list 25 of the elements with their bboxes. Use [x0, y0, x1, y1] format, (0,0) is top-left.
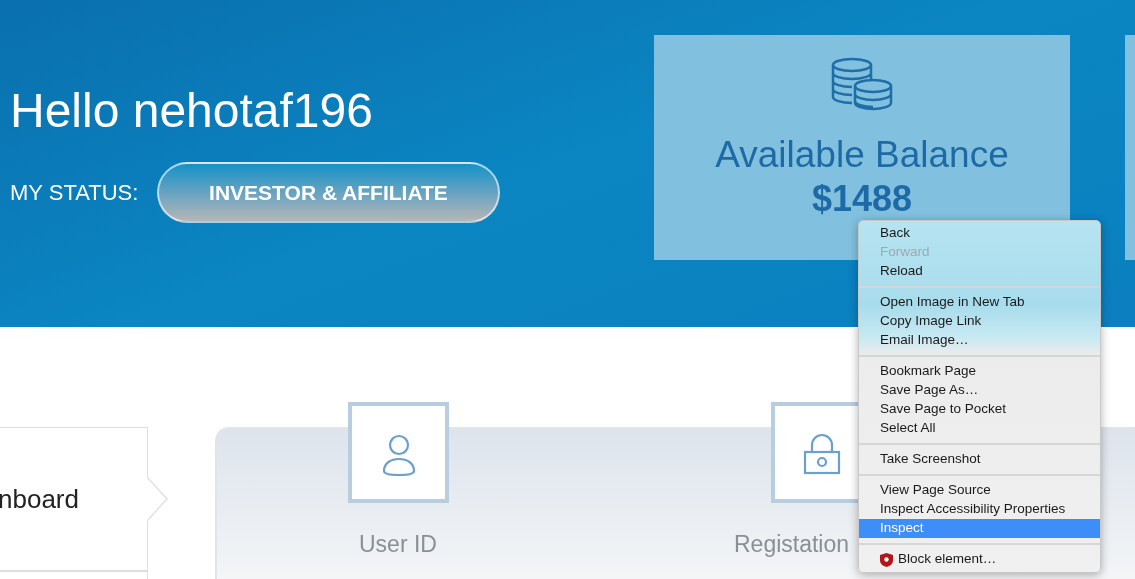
menu-item[interactable]: Back [859, 224, 1100, 243]
menu-item[interactable]: View Page Source [859, 481, 1100, 500]
sidebar-tab[interactable] [0, 571, 148, 579]
info-label: Registation [734, 530, 850, 558]
sidebar-tab[interactable]: nboard [0, 427, 148, 571]
menu-item[interactable]: Email Image… [859, 331, 1100, 350]
menu-item[interactable]: Copy Image Link [859, 312, 1100, 331]
menu-item[interactable]: Inspect Accessibility Properties [859, 500, 1100, 519]
tab-pointer [147, 477, 169, 521]
info-label: User ID [359, 530, 437, 558]
status-badge: INVESTOR & AFFILIATE [157, 162, 500, 223]
menu-item[interactable]: Bookmark Page [859, 362, 1100, 381]
menu-item[interactable]: Reload [859, 262, 1100, 281]
menu-item[interactable]: Select All [859, 419, 1100, 438]
balance-title: Available Balance [715, 133, 1009, 177]
balance-amount: $1488 [811, 177, 913, 221]
coins-icon [831, 57, 893, 111]
menu-item[interactable]: Block element… [859, 550, 1100, 569]
shield-icon [880, 552, 893, 567]
menu-item[interactable]: Open Image in New Tab [859, 293, 1100, 312]
menu-item[interactable]: Save Page As… [859, 381, 1100, 400]
status-label: MY STATUS: [10, 179, 140, 207]
greeting-heading: Hello nehotaf196 [10, 83, 374, 139]
menu-item[interactable]: Save Page to Pocket [859, 400, 1100, 419]
menu-item[interactable]: Take Screenshot [859, 450, 1100, 469]
